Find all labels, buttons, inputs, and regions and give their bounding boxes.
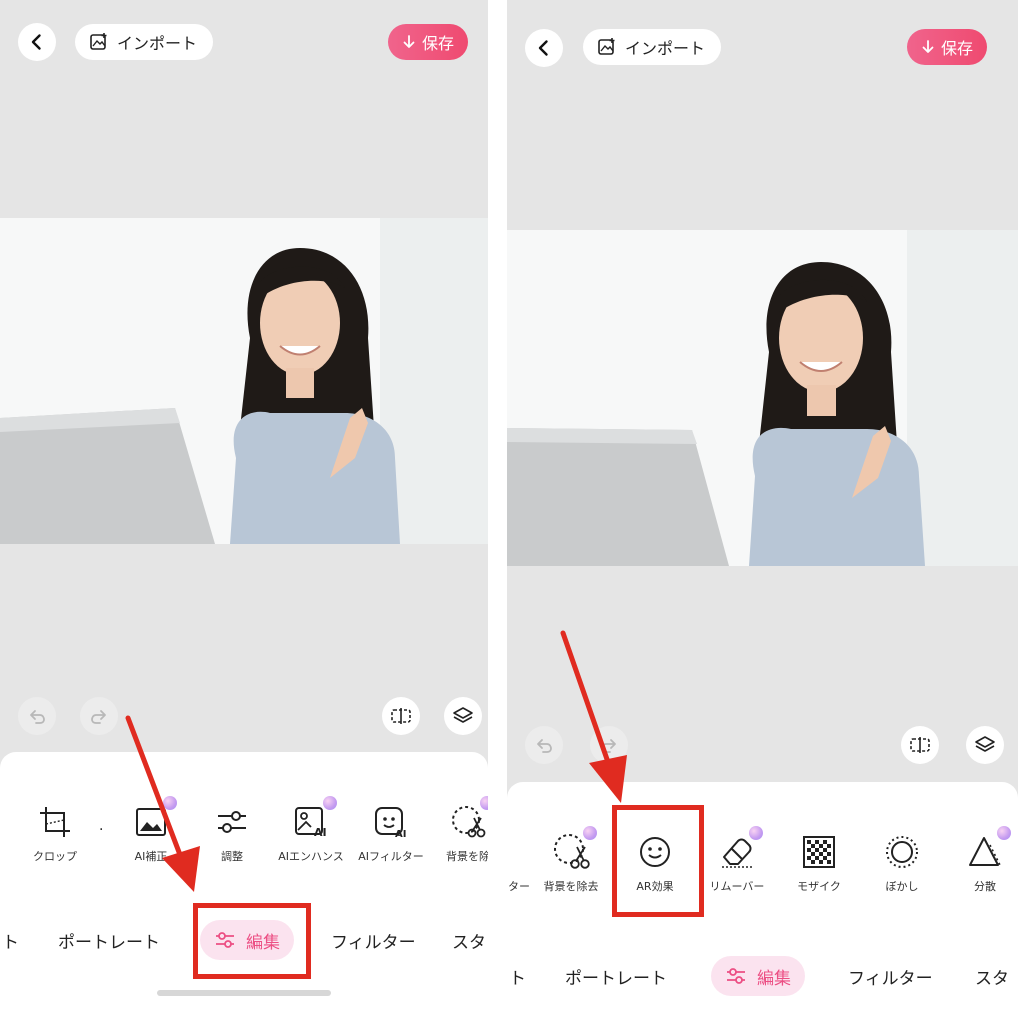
tool-crop[interactable]: クロップ <box>7 802 103 864</box>
tab-edit[interactable]: 編集 <box>711 956 805 996</box>
tool-scatter[interactable]: 分散 <box>937 826 1018 894</box>
eraser-icon <box>722 838 752 868</box>
premium-gem-icon <box>323 796 337 810</box>
scatter-triangle-icon <box>969 837 1001 866</box>
tab-cut-right[interactable]: スタ <box>975 956 1009 996</box>
image-add-icon <box>598 38 615 55</box>
save-label: 保存 <box>422 34 455 53</box>
highlight-box-edit-tab <box>193 903 311 979</box>
layers-icon <box>975 736 995 752</box>
highlight-box-ar-effect <box>612 805 704 917</box>
tool-label: 分散 <box>974 880 996 893</box>
save-button[interactable]: 保存 <box>907 29 988 65</box>
layers-button[interactable] <box>966 726 1004 764</box>
premium-gem-icon <box>997 826 1011 840</box>
arrow-down-icon <box>922 40 934 53</box>
premium-gem-icon <box>480 796 488 810</box>
tab-cut-left[interactable]: ト <box>2 920 19 960</box>
tool-blur[interactable]: ぼかし <box>854 832 950 894</box>
tab-portrait[interactable]: ポートレート <box>565 956 667 996</box>
save-label: 保存 <box>941 39 974 58</box>
tool-label: 背景を除去 <box>543 880 599 893</box>
import-label: インポート <box>625 39 706 58</box>
chevron-left-icon <box>31 34 41 50</box>
top-bar: インポート 保存 <box>0 0 488 90</box>
scissors-cutout-icon <box>452 806 486 838</box>
tool-label: リムーバー <box>709 880 765 893</box>
screenshot-left: インポート 保存 クロップ · AI補正 調整 AI AIエンハンス AI AI… <box>0 0 488 1012</box>
tool-label: AI補正 <box>134 850 168 863</box>
tool-bg-remove[interactable]: 背景を除去 <box>523 826 619 894</box>
compare-button[interactable] <box>901 726 939 764</box>
crop-icon <box>40 807 70 837</box>
tab-filter[interactable]: フィルター <box>331 920 416 960</box>
tool-label: クロップ <box>33 850 77 863</box>
tool-label: AIエンハンス <box>278 850 344 863</box>
tool-label: 調整 <box>221 850 243 863</box>
save-button[interactable]: 保存 <box>388 24 469 60</box>
layers-button[interactable] <box>444 697 482 735</box>
screenshot-right: インポート 保存 ター 背景を除去 AR効果 リムーバー モザイク ぼかし 分散… <box>507 0 1018 1012</box>
top-bar: インポート 保存 <box>507 0 1018 90</box>
import-button[interactable]: インポート <box>583 29 722 65</box>
undo-button[interactable] <box>18 697 56 735</box>
photo-canvas[interactable] <box>0 218 488 544</box>
tool-label: 背景を除 <box>446 850 488 863</box>
home-indicator <box>157 990 331 996</box>
redo-button[interactable] <box>80 697 118 735</box>
redo-button[interactable] <box>590 726 628 764</box>
tool-label: モザイク <box>797 880 841 893</box>
tab-bar: ト ポートレート 編集 フィルター スタ <box>507 956 1018 1000</box>
bottom-sheet: ター 背景を除去 AR効果 リムーバー モザイク ぼかし 分散 ト ポートレート… <box>507 782 1018 1012</box>
arrow-down-icon <box>403 35 415 48</box>
tool-bg-remove-partial[interactable]: 背景を除 <box>420 796 488 864</box>
photo-image <box>507 230 1018 566</box>
chevron-left-icon <box>538 40 548 56</box>
sliders-icon <box>727 968 745 984</box>
back-button[interactable] <box>18 23 56 61</box>
tab-cut-right[interactable]: スタ <box>452 920 486 960</box>
undo-button[interactable] <box>525 726 563 764</box>
ai-image-icon: AI <box>295 807 327 839</box>
image-add-icon <box>90 33 107 50</box>
premium-gem-icon <box>163 796 177 810</box>
tab-filter[interactable]: フィルター <box>848 956 933 996</box>
tab-edit-label: 編集 <box>757 968 791 989</box>
undo-icon <box>30 710 45 724</box>
ai-face-icon: AI <box>375 807 406 840</box>
redo-icon <box>601 739 616 753</box>
svg-text:AI: AI <box>395 829 406 840</box>
redo-icon <box>91 710 106 724</box>
layers-icon <box>453 707 473 723</box>
image-adjust-icon <box>136 808 166 836</box>
import-button[interactable]: インポート <box>75 24 214 60</box>
photo-image <box>0 218 488 544</box>
tab-portrait[interactable]: ポートレート <box>58 920 160 960</box>
blur-circle-icon <box>886 836 918 868</box>
compare-icon <box>391 708 411 724</box>
undo-icon <box>537 739 552 753</box>
tab-cut-left[interactable]: ト <box>509 956 526 996</box>
premium-gem-icon <box>749 826 763 840</box>
tool-label: AIフィルター <box>358 850 424 863</box>
premium-gem-icon <box>583 826 597 840</box>
mosaic-icon <box>803 836 835 868</box>
photo-canvas[interactable] <box>507 230 1018 566</box>
tool-mosaic[interactable]: モザイク <box>771 832 867 894</box>
import-label: インポート <box>117 34 198 53</box>
sliders-icon <box>218 811 246 833</box>
tool-label: ぼかし <box>885 880 919 893</box>
compare-icon <box>910 737 930 753</box>
back-button[interactable] <box>525 29 563 67</box>
svg-text:AI: AI <box>314 826 327 839</box>
compare-button[interactable] <box>382 697 420 735</box>
